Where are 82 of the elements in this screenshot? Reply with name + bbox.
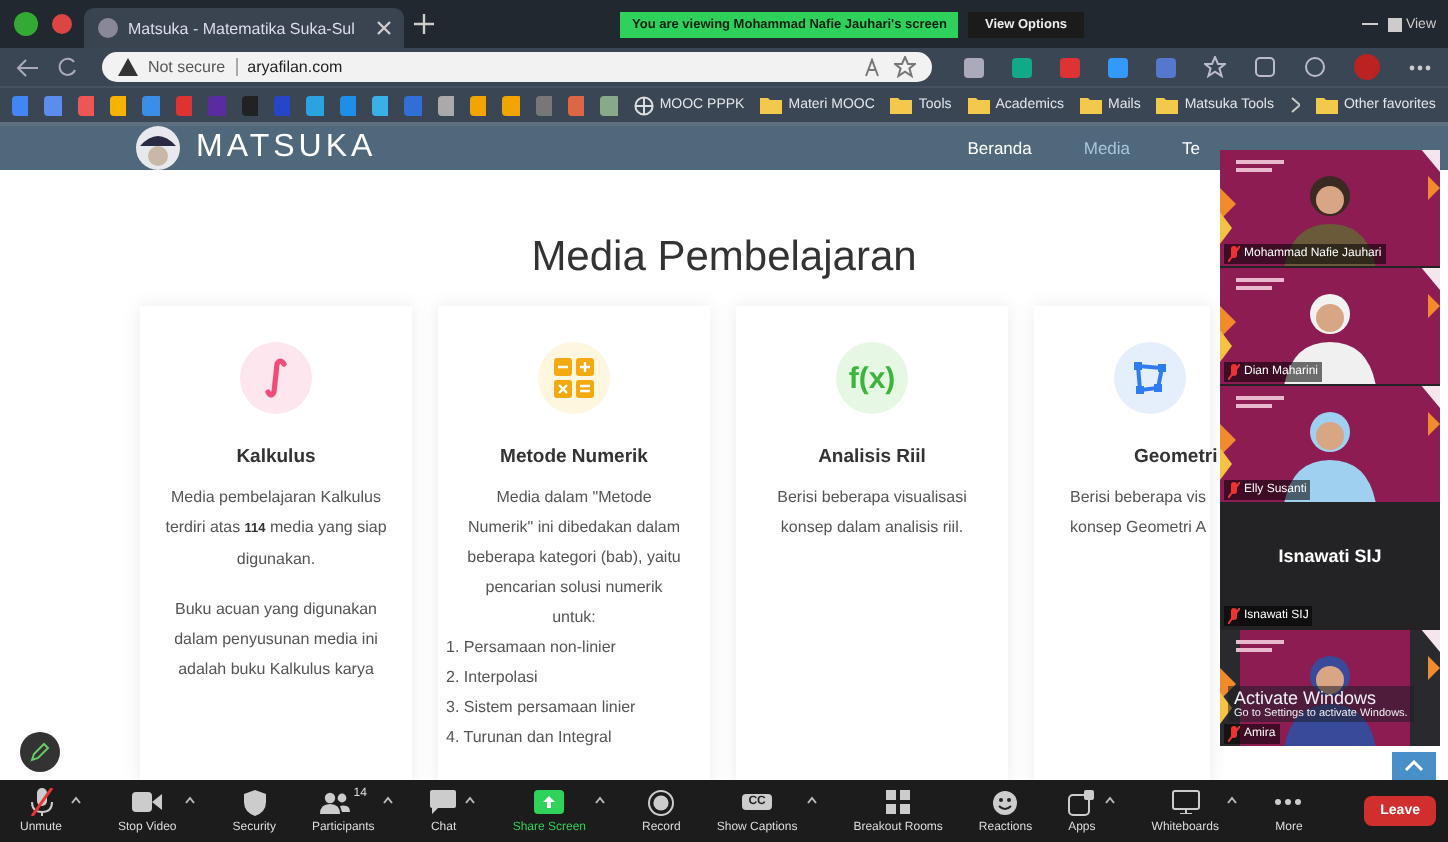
globe-icon [633,95,654,115]
record-icon [648,789,675,815]
list-item: 3. Sistem persamaan linier [446,696,636,720]
shield-icon [243,789,266,815]
annotate-button[interactable] [20,732,60,772]
caret-icon[interactable] [184,796,197,804]
card-text: Berisi beberapa visualisasi konsep dalam analisis riil. [775,486,969,540]
camera-icon [132,792,163,812]
card-text: konsep Geometri A [1070,516,1207,540]
star-icon[interactable] [893,56,916,78]
grid-icon [886,790,911,814]
caret-icon[interactable] [594,796,607,804]
extension-icon[interactable] [1155,57,1176,77]
nav-link[interactable]: Te [1182,138,1200,158]
emoji-icon [992,789,1019,815]
history-icon[interactable] [1303,56,1326,78]
back-icon[interactable] [16,57,40,77]
page-heading: Media Pembelajaran [531,234,917,282]
nav-link[interactable]: Beranda [967,138,1032,158]
card-text: Berisi beberapa vis [1070,486,1207,510]
list-item: 4. Turunan dan Integral [446,726,612,750]
logo-icon [136,126,180,170]
whiteboard-icon [1171,790,1200,814]
favorites-icon[interactable] [1203,56,1226,78]
chat-icon [430,790,457,814]
pencil-icon [30,742,50,762]
close-icon[interactable] [376,20,392,36]
mic-off-icon [1228,608,1240,624]
chevron-up-icon [1404,760,1424,772]
read-aloud-icon[interactable] [863,57,884,77]
new-tab-icon[interactable] [414,14,434,34]
card-title: Geometri [1134,446,1218,468]
card-title: Kalkulus [236,446,316,468]
warning-icon [117,58,138,76]
scroll-top-button[interactable] [1392,752,1436,780]
card-title: Analisis Riil [818,446,926,468]
caret-icon[interactable] [805,796,818,804]
shape-icon [1114,342,1186,414]
mic-off-icon [1228,726,1240,742]
brand-name[interactable]: MATSUKA [196,130,377,166]
caret-icon[interactable] [70,796,83,804]
extension-icon[interactable] [963,57,984,77]
card-text: Media dalam "Metode Numerik" ini dibedakan dalam beberapa kategori (bab), yaitu pencarian solusi numerik untuk: [465,486,683,630]
more-icon[interactable] [1407,63,1432,71]
activation-notice-title: Activate Windows [1234,688,1379,708]
card-title: Metode Numerik [500,446,648,468]
browser-tab[interactable]: Matsuka - Matematika Suka-Sul [84,8,404,48]
folder-icon [890,96,913,114]
address-bar[interactable]: Not secure aryafilan.com [101,52,932,82]
reload-icon[interactable] [55,56,78,78]
function-icon: f(x) [836,342,908,414]
list-item: 1. Persamaan non-linier [446,636,616,660]
calculator-icon [538,342,610,414]
people-icon [319,791,350,813]
card-text: Buku acuan yang digunakan dalam penyusunan media ini adalah buku Kalkulus karya [172,598,380,682]
list-item: 2. Interpolasi [446,666,538,690]
collections-icon[interactable] [1253,56,1276,78]
grid-icon [1387,17,1402,31]
window-icon[interactable] [12,10,40,38]
site-favicon [96,16,120,40]
folder-icon [760,96,783,114]
chevron-icon[interactable] [1289,96,1300,114]
share-screen-icon [534,790,565,814]
mic-off-icon [29,788,53,816]
mic-off-icon [1228,364,1240,380]
profile-icon[interactable] [50,12,74,36]
apps-icon [1068,789,1095,815]
mic-off-icon [1228,482,1240,498]
extension-icon[interactable] [1011,57,1032,77]
caret-icon[interactable] [1226,796,1239,804]
folder-icon [967,96,990,114]
caret-icon[interactable] [464,796,477,804]
caret-icon[interactable] [1103,796,1116,804]
folder-icon [1315,96,1338,114]
mic-off-icon [1228,246,1240,262]
more-icon [1274,798,1303,806]
folder-icon [1079,96,1102,114]
folder-icon [1156,96,1179,114]
extension-icon[interactable] [1107,57,1128,77]
participant-name: Isnawati SIJ [1278,546,1382,566]
caret-icon[interactable] [382,796,395,804]
integral-icon [240,342,312,414]
